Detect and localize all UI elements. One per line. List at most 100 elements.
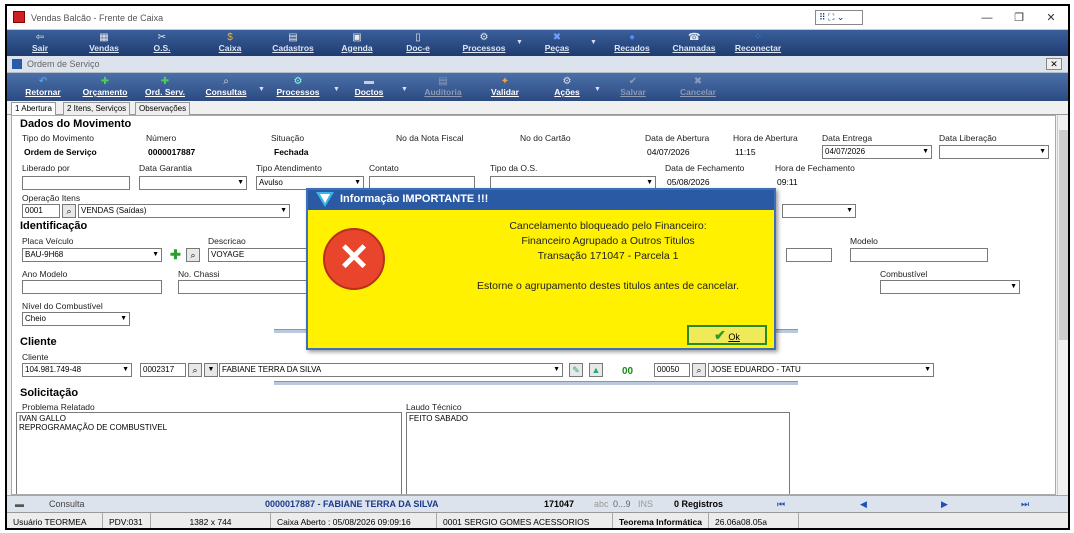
- vertical-scrollbar[interactable]: [1057, 115, 1068, 495]
- data-garantia-field[interactable]: [139, 176, 247, 190]
- tab-strip: 1 Abertura 2 Itens, Serviços Observações: [7, 101, 1068, 115]
- laudo-textarea[interactable]: FEITO SABADO: [406, 412, 790, 494]
- chevron-down-icon[interactable]: ▼: [401, 86, 408, 93]
- tab-abertura[interactable]: 1 Abertura: [11, 102, 56, 115]
- consultas-button[interactable]: ⌕ Consultas: [201, 73, 251, 101]
- message-icon: ●: [628, 32, 636, 43]
- dialog-message-line3: Transação 171047 - Parcela 1: [537, 250, 679, 262]
- status-user: Usuário TEORMEA: [7, 513, 103, 528]
- vehicle-extra-field[interactable]: [786, 248, 832, 262]
- keyboard-icon: ▬: [15, 499, 24, 509]
- window-titlebar: Vendas Balcão - Frente de Caixa ⠿ ⛶ ⌄ — …: [7, 6, 1068, 30]
- status-version: 26.06a08.05a: [709, 513, 799, 528]
- validate-icon: ✦: [500, 76, 510, 87]
- next-record-icon[interactable]: ▶: [941, 499, 948, 510]
- contato-label: Contato: [369, 163, 399, 173]
- chassi-field[interactable]: [178, 280, 308, 294]
- plus-icon: ✚: [100, 76, 110, 87]
- situacao-label: Situação: [271, 133, 305, 143]
- numero-value: 0000017887: [148, 147, 196, 157]
- chevron-down-icon[interactable]: ▼: [258, 86, 265, 93]
- range-indicator: 0...9: [613, 499, 631, 509]
- current-record: 0000017887 - FABIANE TERRA DA SILVA: [265, 499, 439, 509]
- child-window-title: Ordem de Serviço: [27, 59, 100, 69]
- add-vehicle-icon[interactable]: ✚: [170, 247, 181, 263]
- os-toolbar: ↶ Retornar ✚ Orçamento ✚ Ord. Serv. ⌕ Consul…: [7, 73, 1068, 101]
- cliente-code-field[interactable]: 0002317: [140, 363, 186, 377]
- descricao-label: Descricao: [208, 236, 246, 246]
- toolbar-agenda-button[interactable]: ▣ Agenda: [335, 30, 379, 56]
- cliente-nome-select[interactable]: FABIANE TERRA DA SILVA: [219, 363, 563, 377]
- layout-selector[interactable]: ⠿ ⛶ ⌄: [815, 10, 863, 25]
- first-record-icon[interactable]: ⏮: [777, 499, 785, 510]
- reconnect-icon: ⁘: [753, 32, 763, 43]
- tipo-os-extra-select[interactable]: [782, 204, 856, 218]
- toolbar-sair-button[interactable]: ⇦ Sair: [25, 30, 55, 56]
- prev-record-icon[interactable]: ◀: [860, 499, 867, 510]
- ok-button[interactable]: ✔ Ok: [687, 325, 767, 345]
- toolbar-caixa-button[interactable]: $ Caixa: [212, 30, 248, 56]
- last-record-icon[interactable]: ⏭: [1021, 499, 1029, 510]
- nivel-combustivel-select[interactable]: Cheio: [22, 312, 130, 326]
- close-icon[interactable]: ✕: [1044, 11, 1058, 25]
- chevron-down-icon[interactable]: ▼: [333, 86, 340, 93]
- doctos-button[interactable]: ▬ Doctos: [349, 73, 389, 101]
- problema-textarea[interactable]: IVAN GALLO REPROGRAMAÇÃO DE COMBUSTIVEL: [16, 412, 402, 494]
- toolbar-doce-button[interactable]: ▯ Doc-e: [400, 30, 436, 56]
- acoes-button[interactable]: ⚙ Ações: [547, 73, 587, 101]
- section-dados-movimento: Dados do Movimento: [20, 118, 132, 130]
- edit-client-icon[interactable]: ✎: [569, 363, 583, 377]
- modelo-field[interactable]: [850, 248, 988, 262]
- minimize-icon[interactable]: —: [980, 11, 994, 25]
- child-close-icon[interactable]: ✕: [1046, 58, 1062, 70]
- toolbar-reconectar-button[interactable]: ⁘ Reconectar: [731, 30, 785, 56]
- restore-icon[interactable]: ❐: [1012, 11, 1026, 25]
- nota-fiscal-label: No da Nota Fiscal: [396, 133, 464, 143]
- toolbar-processos-button[interactable]: ⚙ Processos: [457, 30, 511, 56]
- app-icon: [13, 11, 25, 23]
- chevron-down-icon[interactable]: ▼: [204, 363, 218, 377]
- toolbar-pecas-button[interactable]: ✖ Peças: [537, 30, 577, 56]
- tab-observacoes[interactable]: Observações: [135, 102, 191, 115]
- operacao-select[interactable]: VENDAS (Saídas): [78, 204, 290, 218]
- processos-button[interactable]: ⚙ Processos: [271, 73, 325, 101]
- splitter[interactable]: [274, 381, 798, 385]
- search-icon[interactable]: ⌕: [692, 363, 706, 377]
- toolbar-vendas-button[interactable]: ▦ Vendas: [84, 30, 124, 56]
- scrollbar-thumb[interactable]: [1059, 130, 1068, 340]
- descricao-field[interactable]: VOYAGE: [208, 248, 308, 262]
- ord-serv-button[interactable]: ✚ Ord. Serv.: [141, 73, 189, 101]
- placa-select[interactable]: BAU-9H68: [22, 248, 162, 262]
- search-icon[interactable]: ⌕: [62, 204, 76, 218]
- toolbar-chamadas-button[interactable]: ☎ Chamadas: [669, 30, 719, 56]
- retornar-button[interactable]: ↶ Retornar: [21, 73, 65, 101]
- combustivel-select[interactable]: [880, 280, 1020, 294]
- vendedor-code-field[interactable]: 00050: [654, 363, 690, 377]
- toolbar-cadastros-button[interactable]: ▤ Cadastros: [267, 30, 319, 56]
- operacao-code-field[interactable]: 0001: [22, 204, 60, 218]
- abc-indicator: abc: [594, 499, 609, 509]
- tipo-atendimento-label: Tipo Atendimento: [256, 163, 322, 173]
- ok-button-label: Ok: [728, 332, 740, 342]
- toolbar-recados-button[interactable]: ● Recados: [610, 30, 654, 56]
- liberado-por-field[interactable]: [22, 176, 130, 190]
- chevron-down-icon[interactable]: ▼: [590, 39, 597, 46]
- tab-itens-servicos[interactable]: 2 Itens, Serviços: [63, 102, 131, 115]
- toolbar-os-button[interactable]: ✂ O.S.: [147, 30, 177, 56]
- placa-label: Placa Veículo: [22, 236, 74, 246]
- tools-icon: ✂: [157, 32, 167, 43]
- ano-modelo-field[interactable]: [22, 280, 162, 294]
- cliente-cpf-select[interactable]: 104.981.749-48: [22, 363, 132, 377]
- status-bar: Usuário TEORMEA PDV:031 1382 x 744 Caixa…: [7, 512, 1068, 528]
- orcamento-button[interactable]: ✚ Orçamento: [81, 73, 129, 101]
- modelo-label: Modelo: [850, 236, 878, 246]
- chevron-down-icon[interactable]: ▼: [516, 39, 523, 46]
- chevron-down-icon[interactable]: ▼: [594, 86, 601, 93]
- client-info-icon[interactable]: ▲: [589, 363, 603, 377]
- search-icon[interactable]: ⌕: [186, 248, 200, 262]
- validar-button[interactable]: ✦ Validar: [485, 73, 525, 101]
- data-liberacao-field[interactable]: [939, 145, 1049, 159]
- vendedor-select[interactable]: JOSE EDUARDO - TATU: [708, 363, 934, 377]
- data-entrega-field[interactable]: 04/07/2026: [822, 145, 932, 159]
- search-icon[interactable]: ⌕: [188, 363, 202, 377]
